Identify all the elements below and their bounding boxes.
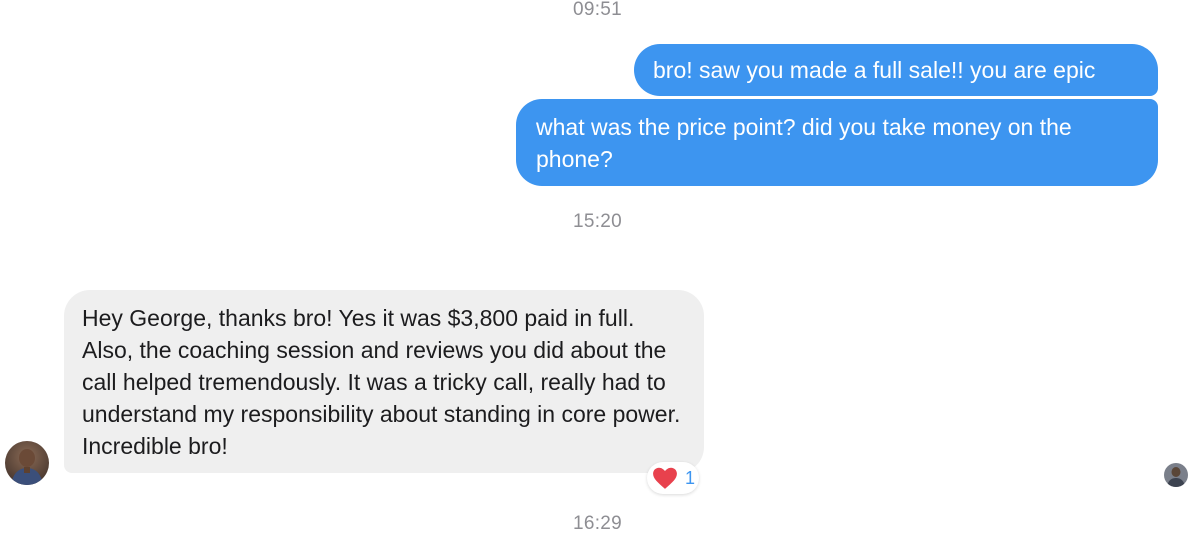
- outgoing-message-bubble[interactable]: what was the price point? did you take m…: [516, 99, 1158, 186]
- incoming-message-bubble[interactable]: Hey George, thanks bro! Yes it was $3,80…: [64, 290, 704, 473]
- timestamp: 16:29: [572, 513, 623, 534]
- outgoing-message-bubble[interactable]: bro! saw you made a full sale!! you are …: [634, 44, 1158, 96]
- heart-icon: [652, 466, 678, 490]
- timestamp: 15:20: [572, 211, 623, 232]
- seen-avatar: [1164, 463, 1188, 487]
- message-reaction[interactable]: 1: [647, 462, 699, 494]
- timestamp: 09:51: [572, 0, 623, 20]
- reaction-count: 1: [685, 467, 696, 488]
- contact-avatar[interactable]: [5, 441, 49, 485]
